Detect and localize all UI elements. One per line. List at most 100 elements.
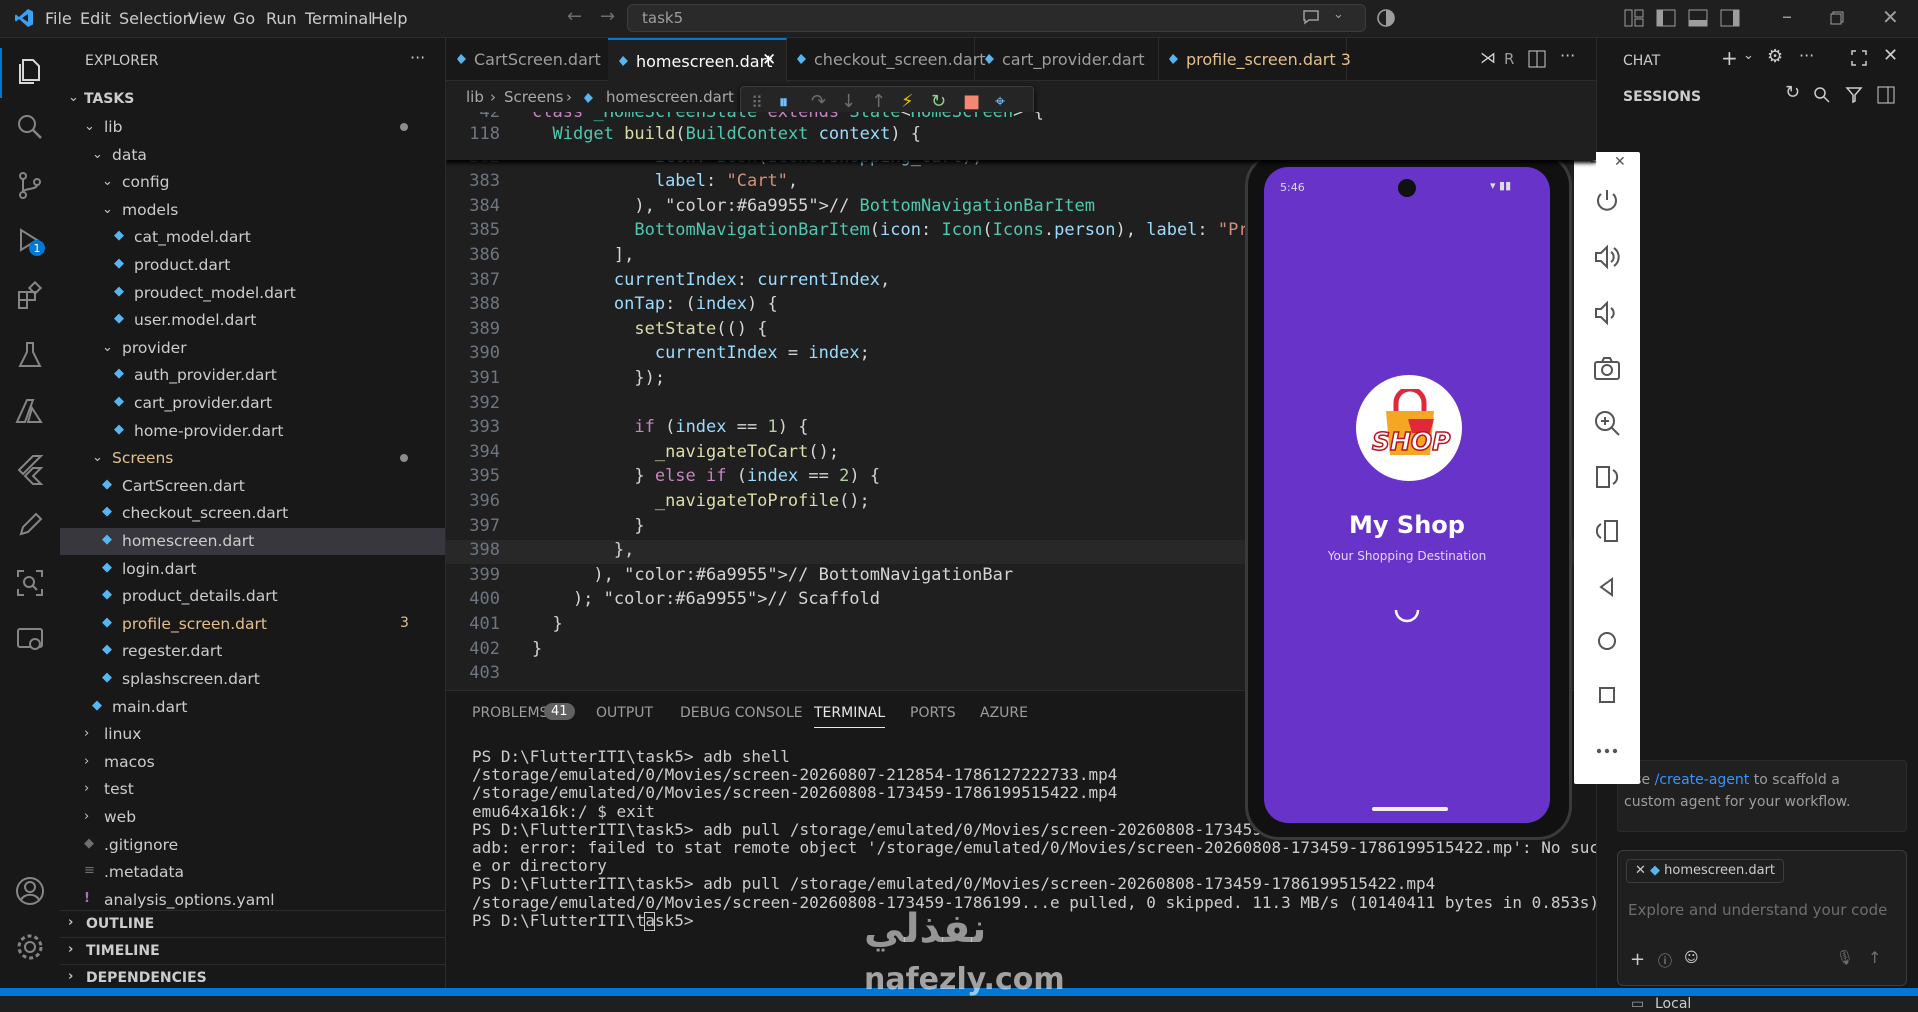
tree-folder[interactable]: › web bbox=[60, 804, 445, 831]
workspace-header[interactable]: ⌄ TASKS bbox=[60, 86, 445, 112]
send-icon[interactable]: ↑ bbox=[1868, 948, 1881, 967]
chat-input-box[interactable]: ✕ ◆ homescreen.dart Explore and understa… bbox=[1617, 850, 1907, 986]
breadcrumb-screens[interactable]: Screens bbox=[504, 88, 563, 106]
timeline-section[interactable]: › TIMELINE bbox=[60, 937, 445, 964]
sticky-line[interactable]: 118 Widget build(BuildContext context) { bbox=[446, 124, 1596, 148]
remove-context-icon[interactable]: ✕ bbox=[1635, 863, 1650, 878]
pause-icon[interactable]: ⏸ bbox=[779, 92, 788, 113]
remote-explorer-icon[interactable] bbox=[13, 622, 47, 656]
flutter-run-icon[interactable]: ⋊ bbox=[1480, 48, 1496, 67]
menu-file[interactable]: File bbox=[45, 9, 72, 28]
tree-file[interactable]: ◆ homescreen.dart bbox=[60, 528, 445, 555]
tree-folder[interactable]: ⌄ config bbox=[60, 169, 445, 196]
restart-icon[interactable]: ↻ bbox=[931, 91, 946, 112]
chat-settings-icon[interactable]: ⚙ bbox=[1767, 46, 1783, 67]
testing-icon[interactable] bbox=[13, 338, 47, 372]
tab-profile-screen[interactable]: profile_screen.dart 3 bbox=[1158, 38, 1351, 80]
agent-mode-icon[interactable]: ☺ bbox=[1684, 950, 1699, 966]
explorer-icon[interactable] bbox=[13, 54, 47, 88]
add-context-icon[interactable]: + bbox=[1630, 949, 1645, 970]
step-into-icon[interactable]: ↓ bbox=[841, 91, 856, 112]
tab-cartscreen[interactable]: CartScreen.dart bbox=[446, 38, 609, 80]
restore-icon[interactable] bbox=[1830, 11, 1844, 25]
home-circle-icon[interactable] bbox=[1592, 626, 1622, 656]
menu-selection[interactable]: Selection bbox=[119, 9, 193, 28]
flutter-icon[interactable] bbox=[13, 452, 47, 486]
menu-view[interactable]: View bbox=[188, 9, 226, 28]
tree-file[interactable]: ◆ home-provider.dart bbox=[60, 418, 445, 445]
menu-go[interactable]: Go bbox=[233, 9, 255, 28]
overview-square-icon[interactable] bbox=[1592, 680, 1622, 710]
tree-file[interactable]: ◆ regester.dart bbox=[60, 638, 445, 665]
chevron-down-icon[interactable]: ⌄ bbox=[1743, 48, 1754, 63]
breadcrumb-lib[interactable]: lib bbox=[466, 88, 484, 106]
home-gesture-bar[interactable] bbox=[1372, 807, 1448, 811]
forward-arrow-icon[interactable]: → bbox=[600, 6, 615, 27]
step-over-icon[interactable]: ↷ bbox=[811, 91, 826, 112]
run-label-icon[interactable]: R bbox=[1504, 50, 1514, 68]
hot-reload-icon[interactable]: ⚡ bbox=[901, 91, 914, 112]
zoom-icon[interactable] bbox=[1592, 408, 1622, 438]
minimize-icon[interactable]: – bbox=[1782, 4, 1792, 28]
chevron-down-icon[interactable]: ⌄ bbox=[1333, 7, 1344, 22]
tree-file[interactable]: ◆ CartScreen.dart bbox=[60, 473, 445, 500]
close-tab-icon[interactable]: ✕ bbox=[762, 50, 776, 70]
toggle-secondary-sidebar-icon[interactable] bbox=[1720, 9, 1740, 27]
tree-file[interactable]: ◆ profile_screen.dart 3 bbox=[60, 611, 445, 638]
rotate-left-icon[interactable] bbox=[1592, 462, 1622, 492]
dependencies-section[interactable]: › DEPENDENCIES bbox=[60, 964, 445, 991]
settings-gear-icon[interactable] bbox=[13, 930, 47, 964]
copilot-icon[interactable] bbox=[1376, 8, 1396, 28]
tree-file[interactable]: ◆ product_details.dart bbox=[60, 583, 445, 610]
tab-ports[interactable]: PORTS bbox=[910, 705, 956, 721]
tree-file[interactable]: ◆ login.dart bbox=[60, 556, 445, 583]
tab-debug-console[interactable]: DEBUG CONSOLE bbox=[680, 705, 803, 721]
filter-icon[interactable] bbox=[1845, 86, 1863, 104]
create-agent-link[interactable]: /create-agent bbox=[1655, 772, 1750, 788]
tree-file[interactable]: ◆ .gitignore bbox=[60, 832, 445, 859]
menu-help[interactable]: Help bbox=[371, 9, 407, 28]
tab-cart-provider[interactable]: cart_provider.dart bbox=[974, 38, 1159, 80]
menu-run[interactable]: Run bbox=[266, 9, 297, 28]
tab-problems[interactable]: PROBLEMS bbox=[472, 705, 548, 721]
remote-search-icon[interactable] bbox=[13, 566, 47, 600]
close-window-icon[interactable]: ✕ bbox=[1882, 5, 1899, 29]
tab-homescreen[interactable]: homescreen.dart ✕ bbox=[608, 38, 787, 82]
maximize-icon[interactable] bbox=[1851, 50, 1867, 66]
volume-down-icon[interactable] bbox=[1592, 298, 1622, 328]
back-arrow-icon[interactable]: ← bbox=[567, 6, 582, 27]
tab-output[interactable]: OUTPUT bbox=[596, 705, 653, 721]
close-chat-icon[interactable]: ✕ bbox=[1883, 45, 1898, 66]
context-file-chip[interactable]: ✕ ◆ homescreen.dart bbox=[1626, 859, 1785, 883]
customize-layout-icon[interactable] bbox=[1624, 9, 1644, 27]
power-icon[interactable] bbox=[1592, 186, 1622, 216]
phone-screen[interactable]: 5:46 ▾ ▮▮ SHOP My Shop Your Shopping Des… bbox=[1264, 167, 1550, 823]
more-actions-icon[interactable]: ··· bbox=[1560, 46, 1575, 65]
close-icon[interactable]: ✕ bbox=[1614, 154, 1626, 170]
menu-edit[interactable]: Edit bbox=[80, 9, 111, 28]
camera-screenshot-icon[interactable] bbox=[1592, 354, 1622, 384]
tree-file[interactable]: ◆ auth_provider.dart bbox=[60, 362, 445, 389]
tree-folder[interactable]: ⌄ lib bbox=[60, 114, 445, 141]
tree-file[interactable]: ◆ proudect_model.dart bbox=[60, 280, 445, 307]
breadcrumb-file[interactable]: homescreen.dart bbox=[606, 88, 734, 106]
search-icon[interactable] bbox=[1813, 86, 1831, 104]
more-options-icon[interactable] bbox=[1592, 736, 1622, 766]
search-icon[interactable] bbox=[13, 110, 47, 144]
tree-folder[interactable]: ⌄ data bbox=[60, 142, 445, 169]
microphone-icon[interactable]: 🎙 bbox=[1836, 950, 1854, 966]
new-chat-icon[interactable]: + bbox=[1721, 46, 1738, 70]
account-icon[interactable] bbox=[13, 874, 47, 908]
command-center[interactable]: task5 ⌄ bbox=[627, 4, 1366, 32]
tree-file[interactable]: ≡ .metadata bbox=[60, 859, 445, 886]
back-triangle-icon[interactable] bbox=[1592, 572, 1622, 602]
rotate-right-icon[interactable] bbox=[1592, 516, 1622, 546]
tree-folder[interactable]: › test bbox=[60, 776, 445, 803]
stop-icon[interactable]: ■ bbox=[963, 91, 980, 112]
tree-file[interactable]: ◆ main.dart bbox=[60, 694, 445, 721]
tree-folder[interactable]: › linux bbox=[60, 721, 445, 748]
tree-file[interactable]: ◆ splashscreen.dart bbox=[60, 666, 445, 693]
volume-up-icon[interactable] bbox=[1592, 242, 1622, 272]
more-actions-icon[interactable]: ··· bbox=[1799, 46, 1814, 65]
extensions-icon[interactable] bbox=[13, 280, 47, 314]
